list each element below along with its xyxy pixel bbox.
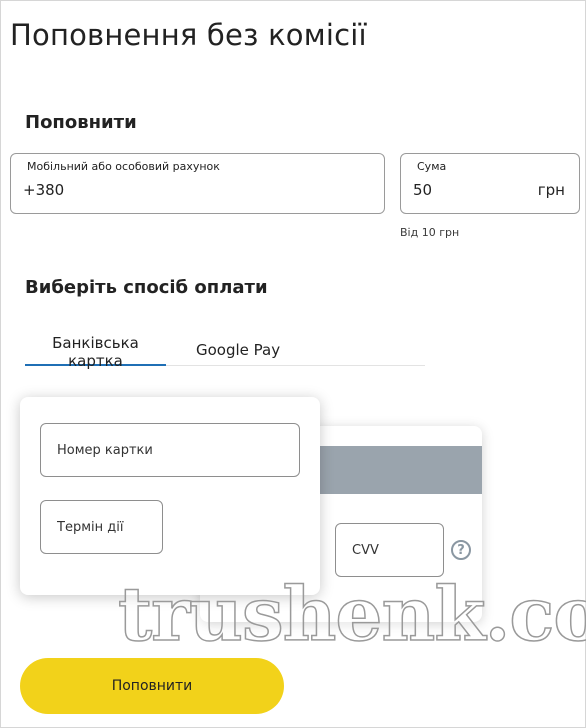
amount-field-label: Сума bbox=[417, 160, 447, 173]
amount-hint: Від 10 грн bbox=[400, 226, 460, 239]
card-expiry-input[interactable] bbox=[40, 500, 163, 554]
amount-currency: грн bbox=[537, 181, 565, 199]
topup-section-title: Поповнити bbox=[25, 112, 137, 133]
card-front bbox=[20, 397, 320, 595]
submit-button[interactable]: Поповнити bbox=[20, 658, 284, 714]
page-title: Поповнення без комісії bbox=[10, 18, 367, 52]
account-field-label: Мобільний або особовий рахунок bbox=[27, 160, 220, 173]
watermark-text: trushenk.com bbox=[117, 572, 586, 658]
tab-google-pay[interactable]: Google Pay bbox=[196, 334, 291, 366]
card-number-input[interactable] bbox=[40, 423, 300, 477]
payment-section-title: Виберіть спосіб оплати bbox=[25, 277, 268, 298]
account-field-value: +380 bbox=[23, 181, 65, 199]
amount-field[interactable]: Сума 50 грн bbox=[400, 153, 580, 214]
tab-bank-card[interactable]: Банківська картка bbox=[25, 334, 166, 370]
question-circle-icon[interactable]: ? bbox=[451, 540, 471, 560]
cvv-input[interactable] bbox=[335, 523, 444, 577]
account-field[interactable]: Мобільний або особовий рахунок +380 bbox=[10, 153, 385, 214]
payment-tabs: Банківська картка Google Pay bbox=[25, 330, 425, 370]
amount-field-value: 50 bbox=[413, 181, 433, 199]
